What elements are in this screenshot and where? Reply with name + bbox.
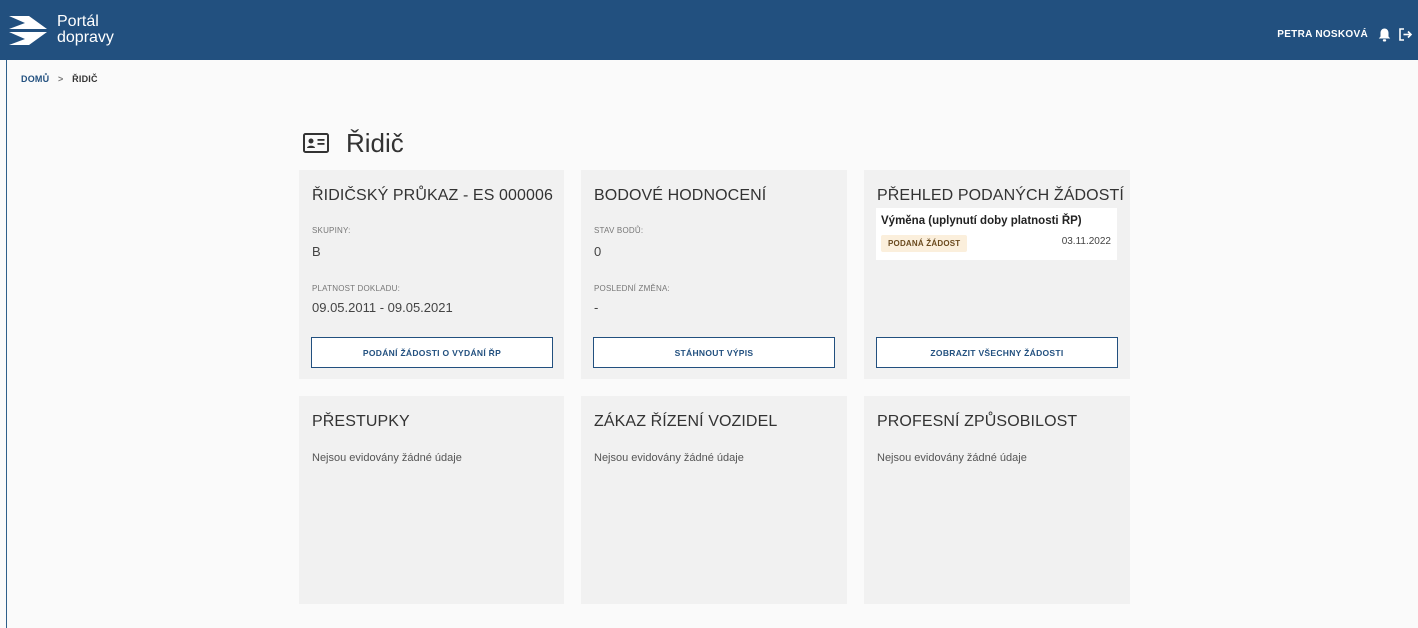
points-card: BODOVÉ HODNOCENÍ STAV BODŮ: 0 POSLEDNÍ Z… — [581, 170, 847, 379]
status-badge: PODANÁ ŽÁDOST — [881, 235, 968, 252]
request-date: 03.11.2022 — [1061, 236, 1111, 247]
top-bar: Portál dopravy PETRA NOSKOVÁ — [0, 0, 1418, 60]
validity-value: 09.05.2011 - 09.05.2021 — [312, 300, 453, 315]
offenses-card: PŘESTUPKY Nejsou evidovány žádné údaje — [299, 396, 564, 604]
logout-icon[interactable] — [1398, 27, 1413, 42]
last-change-label: POSLEDNÍ ZMĚNA: — [594, 284, 670, 293]
driving-ban-empty-text: Nejsou evidovány žádné údaje — [594, 452, 744, 464]
points-label: STAV BODŮ: — [594, 226, 644, 235]
driving-ban-card: ZÁKAZ ŘÍZENÍ VOZIDEL Nejsou evidovány žá… — [581, 396, 847, 604]
competence-card: PROFESNÍ ZPŮSOBILOST Nejsou evidovány žá… — [864, 396, 1130, 604]
left-divider — [6, 60, 7, 628]
user-name[interactable]: PETRA NOSKOVÁ — [1277, 29, 1368, 40]
offenses-empty-text: Nejsou evidovány žádné údaje — [312, 452, 462, 464]
license-card-title: ŘIDIČSKÝ PRŮKAZ - ES 000006 — [312, 187, 554, 204]
brand-name[interactable]: Portál dopravy — [57, 14, 114, 46]
requests-card-title: PŘEHLED PODANÝCH ŽÁDOSTÍ — [877, 187, 1124, 204]
breadcrumb-home[interactable]: DOMŮ — [21, 74, 49, 84]
last-change-value: - — [594, 300, 599, 315]
competence-card-title: PROFESNÍ ZPŮSOBILOST — [877, 413, 1078, 430]
submit-license-request-button[interactable]: PODÁNÍ ŽÁDOSTI O VYDÁNÍ ŘP — [311, 337, 553, 368]
id-card-icon — [303, 133, 329, 153]
competence-empty-text: Nejsou evidovány žádné údaje — [877, 452, 1027, 464]
brand-line-2: dopravy — [57, 29, 114, 46]
breadcrumb: DOMŮ > ŘIDIČ — [21, 74, 98, 84]
request-item[interactable]: Výměna (uplynutí doby platnosti ŘP) PODA… — [876, 208, 1117, 260]
license-card: ŘIDIČSKÝ PRŮKAZ - ES 000006 SKUPINY: B P… — [299, 170, 564, 379]
show-all-requests-button[interactable]: ZOBRAZIT VŠECHNY ŽÁDOSTI — [876, 337, 1118, 368]
bell-icon[interactable] — [1378, 28, 1391, 42]
offenses-card-title: PŘESTUPKY — [312, 413, 410, 430]
page-title: Řidič — [346, 128, 404, 158]
driving-ban-card-title: ZÁKAZ ŘÍZENÍ VOZIDEL — [594, 413, 778, 430]
brand-line-1: Portál — [57, 13, 99, 30]
points-value: 0 — [594, 244, 602, 259]
request-title: Výměna (uplynutí doby platnosti ŘP) — [881, 215, 1082, 227]
requests-card: PŘEHLED PODANÝCH ŽÁDOSTÍ Výměna (uplynut… — [864, 170, 1130, 379]
validity-label: PLATNOST DOKLADU: — [312, 284, 401, 293]
groups-value: B — [312, 244, 321, 259]
points-card-title: BODOVÉ HODNOCENÍ — [594, 187, 767, 204]
breadcrumb-current: ŘIDIČ — [72, 74, 98, 84]
breadcrumb-separator: > — [58, 74, 64, 84]
download-statement-button[interactable]: STÁHNOUT VÝPIS — [593, 337, 835, 368]
groups-label: SKUPINY: — [312, 226, 351, 235]
portal-logo-icon[interactable] — [9, 14, 49, 46]
